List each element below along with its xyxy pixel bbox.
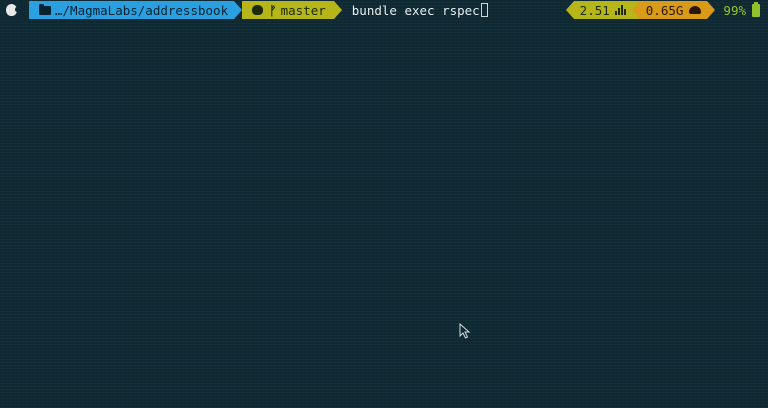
branch-name: master <box>280 2 326 18</box>
os-segment <box>0 1 23 19</box>
terminal-window[interactable]: …/MagmaLabs/addressbook ᚠ master bundle … <box>0 0 768 408</box>
battery-separator-icon <box>707 1 716 19</box>
apple-icon <box>6 4 19 16</box>
bar-chart-icon <box>614 5 626 15</box>
load-average: 2.51 <box>579 2 610 18</box>
git-branch-icon: ᚠ <box>269 2 277 18</box>
mouse-pointer-icon <box>459 323 471 339</box>
vcs-segment: ᚠ master <box>242 1 334 19</box>
path-separator-icon <box>234 1 243 19</box>
command-text: bundle exec rspec <box>351 2 480 18</box>
path-segment: …/MagmaLabs/addressbook <box>29 1 235 19</box>
prompt-line: …/MagmaLabs/addressbook ᚠ master bundle … <box>0 1 768 19</box>
gauge-icon <box>689 6 702 14</box>
memory-usage: 0.65G <box>645 2 684 18</box>
right-status-bar: 2.51 0.65G 99% <box>565 1 762 19</box>
memory-separator-icon <box>631 1 640 19</box>
folder-icon <box>39 3 51 15</box>
github-icon <box>252 5 264 15</box>
battery-icon <box>752 1 760 17</box>
battery-level: 99% <box>723 2 746 18</box>
memory-segment: 0.65G <box>639 1 708 19</box>
command-input[interactable]: bundle exec rspec <box>351 2 488 18</box>
current-path: …/MagmaLabs/addressbook <box>55 2 229 18</box>
load-segment: 2.51 <box>573 1 632 19</box>
load-separator-icon <box>565 1 574 19</box>
text-cursor <box>480 2 488 17</box>
battery-segment: 99% <box>715 1 762 19</box>
vcs-separator-icon <box>333 1 342 19</box>
